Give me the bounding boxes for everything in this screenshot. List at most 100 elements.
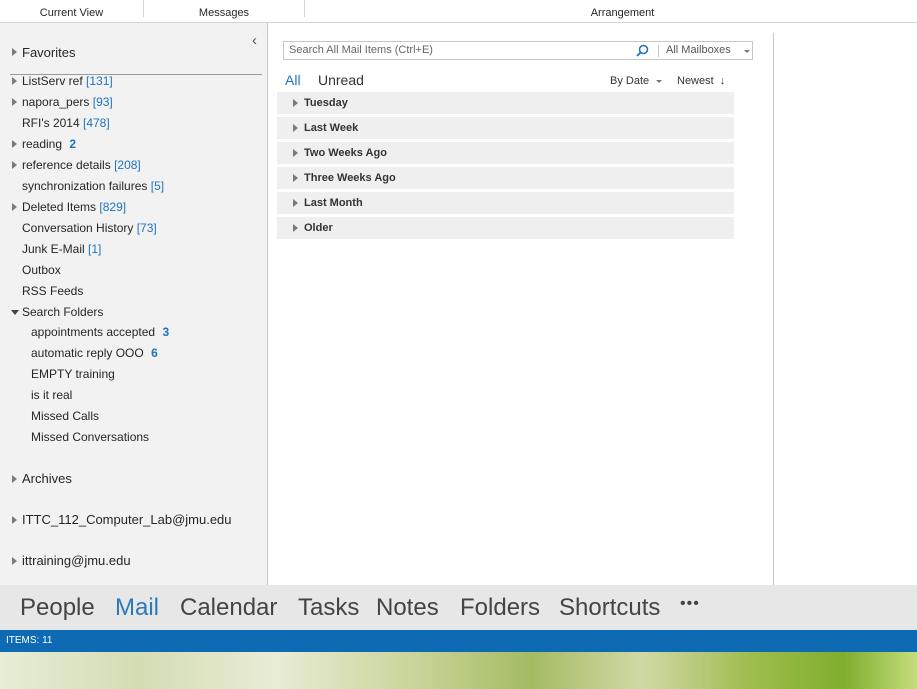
group-header-last-week[interactable]: Last Week	[277, 117, 734, 139]
search-input[interactable]: Search All Mail Items (Ctrl+E)	[289, 44, 433, 56]
search-folder-item[interactable]: is it real	[31, 388, 72, 402]
ribbon-group-messages: Messages	[198, 7, 250, 19]
group-label: Two Weeks Ago	[304, 147, 387, 159]
dropdown-arrow-icon	[656, 79, 663, 83]
nav-calendar[interactable]: Calendar	[180, 594, 277, 622]
unread-count: [829]	[99, 200, 127, 214]
navigation-bar: People Mail Calendar Tasks Notes Folders…	[0, 585, 917, 630]
unread-count: [73]	[136, 221, 157, 235]
folder-name: Missed Calls	[31, 409, 100, 423]
sort-by-date-button[interactable]: By Date	[610, 75, 663, 87]
expand-arrow-icon[interactable]	[12, 77, 17, 85]
nav-shortcuts[interactable]: Shortcuts	[559, 594, 660, 622]
folder-name: napora_pers	[22, 95, 90, 109]
ribbon-group-arrangement: Arrangement	[590, 7, 655, 19]
folder-name: synchronization failures	[22, 179, 148, 193]
folder-list-item[interactable]: synchronization failures [5]	[22, 179, 164, 193]
nav-mail[interactable]: Mail	[115, 594, 159, 622]
folder-list-item[interactable]: Conversation History [73]	[22, 221, 157, 235]
nav-tasks[interactable]: Tasks	[298, 594, 359, 622]
expand-arrow-icon[interactable]	[12, 48, 17, 56]
search-folder-item[interactable]: Missed Calls	[31, 409, 99, 423]
expand-arrow-icon[interactable]	[12, 140, 17, 148]
arrow-down-icon: ↓	[719, 75, 726, 87]
collapse-pane-icon[interactable]: ‹	[252, 32, 257, 49]
dropdown-arrow-icon[interactable]	[744, 50, 750, 53]
folder-name: Missed Conversations	[31, 430, 150, 444]
group-label: Tuesday	[304, 97, 348, 109]
search-icon[interactable]	[635, 44, 649, 58]
folder-name: RSS Feeds	[22, 284, 84, 298]
expand-arrow-icon[interactable]	[12, 516, 17, 524]
ribbon-group-current-view: Current View	[39, 7, 104, 19]
filter-unread-tab[interactable]: Unread	[318, 72, 364, 88]
search-folder-item[interactable]: Missed Conversations	[31, 430, 149, 444]
folder-name: reading	[22, 137, 63, 151]
search-folder-item[interactable]: EMPTY training	[31, 367, 115, 381]
mailbox-name: ITTC_112_Computer_Lab@jmu.edu	[22, 512, 232, 527]
folder-name: automatic reply OOO	[31, 346, 144, 360]
group-header-last-month[interactable]: Last Month	[277, 192, 734, 214]
folder-name: Deleted Items	[22, 200, 97, 214]
folder-name: Conversation History	[22, 221, 134, 235]
unread-count: [93]	[92, 95, 113, 109]
group-label: Last Week	[304, 122, 359, 134]
folder-pane: ‹ Favorites ListServ ref [131] napora_pe…	[0, 23, 268, 585]
folder-name: Search Folders	[22, 305, 104, 319]
group-label: Older	[304, 222, 333, 234]
folder-name: EMPTY training	[31, 367, 115, 381]
folder-name: appointments accepted	[31, 325, 156, 339]
expand-arrow-icon[interactable]	[293, 224, 298, 232]
folder-list-item[interactable]: RSS Feeds	[22, 284, 83, 298]
unread-count: 6	[151, 346, 158, 360]
folder-name: RFI's 2014	[22, 116, 80, 130]
group-header-three-weeks-ago[interactable]: Three Weeks Ago	[277, 167, 734, 189]
desktop-background	[0, 652, 917, 689]
filter-all-tab[interactable]: All	[285, 72, 301, 88]
expand-arrow-icon[interactable]	[12, 161, 17, 169]
folder-name: Junk E-Mail	[22, 242, 85, 256]
nav-notes[interactable]: Notes	[376, 594, 439, 622]
unread-count: [131]	[86, 74, 113, 88]
message-list-pane	[268, 33, 774, 585]
unread-count: [478]	[83, 116, 110, 130]
search-folder-item[interactable]: appointments accepted 3	[31, 325, 169, 339]
folder-list-item[interactable]: RFI's 2014 [478]	[22, 116, 110, 130]
group-label: Last Month	[304, 197, 363, 209]
group-header-older[interactable]: Older	[277, 217, 734, 239]
folder-list-item[interactable]: Junk E-Mail [1]	[22, 242, 101, 256]
mailbox-name: Archives	[22, 471, 72, 486]
divider	[658, 45, 659, 57]
nav-folders[interactable]: Folders	[460, 594, 540, 622]
folder-name: ListServ ref	[22, 74, 83, 88]
folder-name: is it real	[31, 388, 73, 402]
nav-people[interactable]: People	[20, 594, 95, 622]
group-header-tuesday[interactable]: Tuesday	[277, 92, 734, 114]
group-header-two-weeks-ago[interactable]: Two Weeks Ago	[277, 142, 734, 164]
search-folder-item[interactable]: automatic reply OOO 6	[31, 346, 158, 360]
expand-arrow-icon[interactable]	[293, 149, 298, 157]
unread-count: [208]	[114, 158, 141, 172]
unread-count: 2	[69, 137, 77, 151]
expand-arrow-icon[interactable]	[293, 199, 298, 207]
search-scope-select[interactable]: All Mailboxes	[666, 44, 731, 56]
sort-order-button[interactable]: Newest ↓	[677, 75, 725, 87]
search-box[interactable]: Search All Mail Items (Ctrl+E) All Mailb…	[283, 41, 753, 60]
mailbox-name: ittraining@jmu.edu	[22, 553, 131, 568]
more-options-icon[interactable]: •••	[680, 595, 700, 613]
expand-arrow-icon[interactable]	[12, 98, 17, 106]
collapse-arrow-icon[interactable]	[11, 310, 19, 315]
expand-arrow-icon[interactable]	[293, 99, 298, 107]
expand-arrow-icon[interactable]	[293, 174, 298, 182]
expand-arrow-icon[interactable]	[293, 124, 298, 132]
folder-list-item[interactable]: Outbox	[22, 263, 61, 277]
expand-arrow-icon[interactable]	[12, 557, 17, 565]
items-count: ITEMS: 11	[6, 635, 53, 646]
unread-count: [1]	[88, 242, 102, 256]
expand-arrow-icon[interactable]	[12, 475, 17, 483]
unread-count: 3	[162, 325, 170, 339]
expand-arrow-icon[interactable]	[12, 203, 17, 211]
status-bar: ITEMS: 11	[0, 630, 917, 652]
ribbon-group-labels: Current View Messages Arrangement	[0, 0, 917, 23]
favorites-label[interactable]: Favorites	[22, 45, 75, 60]
